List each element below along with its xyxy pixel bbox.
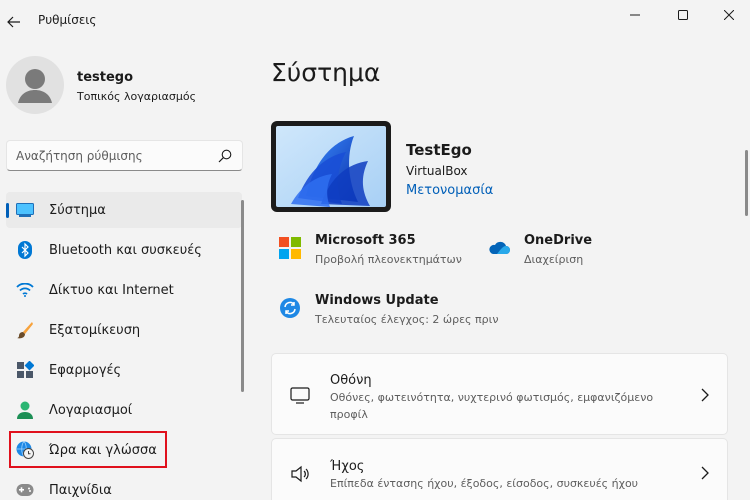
sidebar-scrollbar[interactable] xyxy=(241,200,244,392)
sidebar-item-system[interactable]: Σύστημα xyxy=(6,192,242,228)
sidebar-item-label: Εξατομίκευση xyxy=(49,323,141,338)
minimize-button[interactable] xyxy=(612,0,658,30)
card-title: Ήχος xyxy=(330,459,365,474)
sidebar-item-label: Εφαρμογές xyxy=(49,363,122,378)
sidebar-item-label: Bluetooth και συσκευές xyxy=(49,243,202,258)
search-icon[interactable] xyxy=(218,149,232,163)
display-settings-card[interactable]: Οθόνη Οθόνες, φωτεινότητα, νυχτερινό φωτ… xyxy=(271,353,728,435)
device-model: VirtualBox xyxy=(406,164,468,178)
bluetooth-icon xyxy=(16,241,34,259)
sidebar-item-gaming[interactable]: Παιχνίδια xyxy=(6,472,242,500)
highlight-box xyxy=(9,431,167,468)
quick-link-subtitle: Προβολή πλεονεκτημάτων xyxy=(315,253,462,266)
sidebar-item-label: Σύστημα xyxy=(49,203,106,218)
windows-update-icon xyxy=(280,298,300,318)
wifi-icon xyxy=(16,281,34,299)
system-icon xyxy=(16,201,34,219)
quick-link-subtitle: Διαχείριση xyxy=(524,253,584,266)
card-subtitle: Επίπεδα έντασης ήχου, έξοδος, είσοδος, σ… xyxy=(330,477,639,490)
settings-search-box[interactable] xyxy=(6,140,243,171)
account-icon xyxy=(16,401,34,419)
speaker-icon xyxy=(291,465,309,483)
app-title: Ρυθμίσεις xyxy=(38,13,97,27)
active-indicator xyxy=(6,203,9,218)
back-button[interactable] xyxy=(2,8,26,36)
quick-link-title: OneDrive xyxy=(524,233,593,248)
device-thumbnail xyxy=(271,121,391,212)
monitor-icon xyxy=(290,387,310,404)
avatar xyxy=(6,56,64,114)
apps-icon xyxy=(16,361,34,379)
sidebar-item-label: Παιχνίδια xyxy=(49,483,112,498)
close-button[interactable] xyxy=(706,0,750,30)
minimize-icon xyxy=(630,14,640,16)
quick-link-subtitle: Τελευταίος έλεγχος: 2 ώρες πριν xyxy=(315,313,499,326)
main-scrollbar[interactable] xyxy=(745,150,748,216)
chevron-right-icon xyxy=(701,388,709,402)
sidebar-item-label: Λογαριασμοί xyxy=(49,403,133,418)
maximize-button[interactable] xyxy=(660,0,706,30)
card-title: Οθόνη xyxy=(330,373,372,388)
back-arrow-icon xyxy=(7,16,20,28)
sidebar-item-label: Δίκτυο και Internet xyxy=(49,283,174,298)
sidebar-item-network[interactable]: Δίκτυο και Internet xyxy=(6,272,242,308)
onedrive-cloud-icon xyxy=(489,241,510,254)
sidebar-item-personalization[interactable]: Εξατομίκευση xyxy=(6,312,242,348)
rename-link[interactable]: Μετονομασία xyxy=(406,183,493,198)
page-title: Σύστημα xyxy=(271,58,381,87)
user-profile[interactable]: testego Τοπικός λογαριασμός xyxy=(6,56,246,116)
chevron-right-icon xyxy=(701,466,709,480)
sound-settings-card[interactable]: Ήχος Επίπεδα έντασης ήχου, έξοδος, είσοδ… xyxy=(271,438,728,500)
quick-link-title: Microsoft 365 xyxy=(315,233,416,248)
microsoft-logo-icon xyxy=(279,237,301,259)
brush-icon xyxy=(16,321,34,339)
search-input[interactable] xyxy=(16,147,212,165)
quick-link-title: Windows Update xyxy=(315,293,439,308)
user-silhouette-icon xyxy=(18,69,52,103)
gamepad-icon xyxy=(16,481,34,499)
sidebar-item-accounts[interactable]: Λογαριασμοί xyxy=(6,392,242,428)
account-type: Τοπικός λογαριασμός xyxy=(77,90,197,103)
sidebar-item-bluetooth[interactable]: Bluetooth και συσκευές xyxy=(6,232,242,268)
user-name: testego xyxy=(77,70,134,85)
maximize-icon xyxy=(678,10,688,20)
card-subtitle: Οθόνες, φωτεινότητα, νυχτερινό φωτισμός,… xyxy=(330,391,654,421)
close-icon xyxy=(724,10,734,20)
wallpaper-image xyxy=(276,126,386,207)
sidebar-item-apps[interactable]: Εφαρμογές xyxy=(6,352,242,388)
title-bar: Ρυθμίσεις xyxy=(0,0,750,44)
device-name: TestEgo xyxy=(406,141,472,159)
